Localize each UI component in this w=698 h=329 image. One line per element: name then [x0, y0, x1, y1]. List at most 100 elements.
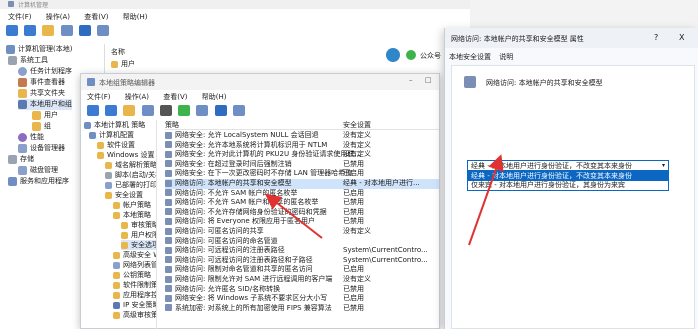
policy-row[interactable]: 网络访问: 限制对命名管道和共享的匿名访问 已启用 [165, 265, 439, 275]
tree-item[interactable]: 安全设置 [105, 190, 143, 200]
tree-item[interactable]: 审核策略 [121, 220, 156, 230]
gp-maximize-button[interactable]: □ [425, 76, 432, 84]
policy-name: 网络访问: 将 Everyone 权限应用于匿名用户 [175, 217, 315, 226]
policy-row[interactable]: 网络访问: 可远程访问的注册表路径 System\CurrentContro... [165, 246, 439, 256]
group-policy-window: 本地组策略编辑器 – □ 文件(F) 操作(A) 查看(V) 帮助(H) 本地计… [80, 73, 440, 329]
policy-setting: 已禁用 [343, 284, 364, 293]
policy-row[interactable]: 网络访问: 不允许存储网络身份验证的密码和凭据 已禁用 [165, 208, 439, 218]
tree-item[interactable]: 存储 [8, 154, 34, 165]
back-icon[interactable] [87, 105, 99, 116]
tree-item[interactable]: 网络列表管理器策略 [113, 260, 156, 270]
help-icon[interactable] [78, 25, 91, 36]
bg-toolbar [6, 25, 113, 38]
policy-row[interactable]: 网络安全: 允许 LocalSystem NULL 会话回退 没有定义 [165, 131, 439, 141]
policy-icon [165, 141, 172, 149]
menu-help[interactable]: 帮助(H) [202, 93, 227, 101]
tree-item[interactable]: 系统工具 [8, 55, 48, 66]
policy-row[interactable]: 网络访问: 可匿名访问的共享 没有定义 [165, 227, 439, 237]
policy-row[interactable]: 系统加密: 对系统上的所有加密使用 FIPS 兼容算法 已禁用 [165, 304, 439, 314]
menu-action[interactable]: 操作(A) [46, 13, 70, 21]
tree-item[interactable]: 应用程序控制策略 [113, 290, 156, 300]
help-icon[interactable] [214, 105, 227, 116]
device-icon [18, 143, 27, 153]
tree-item[interactable]: 域名解析策略 [105, 160, 156, 170]
menu-file[interactable]: 文件(F) [87, 93, 111, 101]
folder-icon [121, 221, 128, 229]
tree-item[interactable]: 计算机管理(本地) [6, 44, 72, 55]
up-folder-icon[interactable] [123, 105, 136, 116]
dialog-help-button[interactable]: ? [654, 33, 658, 42]
show-hide-tree-icon[interactable] [141, 105, 154, 116]
up-folder-icon[interactable] [42, 25, 55, 36]
tree-item[interactable]: 软件限制策略 [113, 280, 156, 290]
tree-item[interactable]: 事件查看器 [18, 77, 65, 88]
tree-item[interactable]: 性能 [18, 132, 44, 143]
tree-item[interactable]: 本地计算机 策略 [84, 120, 145, 130]
tree-item[interactable]: 软件设置 [97, 140, 135, 150]
export-icon[interactable] [196, 105, 209, 116]
dialog-close-button[interactable]: X [679, 33, 684, 42]
policy-icon [165, 227, 172, 235]
tree-item[interactable]: 帐户策略 [113, 200, 151, 210]
tree-item[interactable]: IP 安全策略 [113, 300, 156, 310]
list-item-users[interactable]: 用户 [111, 59, 135, 69]
tree-item[interactable]: 脚本(启动/关机) [105, 170, 156, 180]
tree-item[interactable]: 安全选项 [121, 240, 156, 250]
tree-item[interactable]: 磁盘管理 [18, 165, 58, 176]
menu-help[interactable]: 帮助(H) [123, 13, 148, 21]
policy-name: 网络访问: 可远程访问的注册表路径 [175, 246, 285, 255]
tree-item[interactable]: 用户权限分配 [121, 230, 156, 240]
forward-icon[interactable] [105, 105, 118, 116]
setting-dropdown[interactable]: 经典 - 对本地用户进行身份验证，不改变其本来身份 ▾ [467, 160, 669, 171]
menu-view[interactable]: 查看(V) [163, 93, 187, 101]
policy-row[interactable]: 网络访问: 本地帐户的共享和安全模型 经典 - 对本地用户进行... [165, 179, 439, 189]
tree-item[interactable]: 用户 [32, 110, 58, 121]
policy-row[interactable]: 网络访问: 不允许 SAM 帐户的匿名枚举 已启用 [165, 189, 439, 199]
tree-item[interactable]: 共享文件夹 [18, 88, 65, 99]
forward-icon[interactable] [24, 25, 37, 36]
dropdown-option[interactable]: 仅来宾 - 对本地用户进行身份验证，其身份为来宾 [468, 181, 668, 190]
back-icon[interactable] [6, 25, 18, 36]
column-policy[interactable]: 策略 [165, 120, 179, 130]
policy-row[interactable]: 网络安全: 在下一次更改密码时不存储 LAN 管理器哈希值 已启用 [165, 169, 439, 179]
policy-row[interactable]: 网络访问: 不允许 SAM 帐户和共享的匿名枚举 已禁用 [165, 198, 439, 208]
policy-row[interactable]: 网络安全: 允许对此计算机的 PKU2U 身份验证请求使用联... 没有定义 [165, 150, 439, 160]
policy-row[interactable]: 网络安全: 将 Windows 子系统不要求区分大小写 已启用 [165, 294, 439, 304]
policy-row[interactable]: 网络访问: 限制允许对 SAM 进行远程调用的客户端 没有定义 [165, 275, 439, 285]
policy-row[interactable]: 网络安全: 在超过登录时间后强制注销 已禁用 [165, 160, 439, 170]
policy-setting: 已禁用 [343, 159, 364, 168]
tree-item[interactable]: 设备管理器 [18, 143, 65, 154]
policy-row[interactable]: 网络访问: 可匿名访问的命名管道 [165, 237, 439, 247]
tree-item[interactable]: 本地策略 [113, 210, 151, 220]
list-header-name[interactable]: 名称 [111, 47, 125, 57]
tree-item[interactable]: 计算机配置 [89, 130, 134, 140]
delete-icon[interactable] [159, 105, 172, 116]
tree-item[interactable]: 高级审核策略配置 [113, 310, 156, 320]
tree-item[interactable]: 服务和应用程序 [8, 176, 69, 187]
tree-item[interactable]: 本地用户和组 [18, 99, 72, 110]
policy-row[interactable]: 网络访问: 允许匿名 SID/名称转换 已禁用 [165, 285, 439, 295]
tree-item[interactable]: 组 [32, 121, 51, 132]
properties-icon[interactable] [60, 25, 73, 36]
policy-row[interactable]: 网络访问: 可远程访问的注册表路径和子路径 System\CurrentContr… [165, 256, 439, 266]
tree-item[interactable]: 任务计划程序 [18, 66, 72, 77]
gp-minimize-button[interactable]: – [409, 76, 413, 84]
policy-row[interactable]: 网络访问: 将 Everyone 权限应用于匿名用户 已禁用 [165, 217, 439, 227]
menu-view[interactable]: 查看(V) [84, 13, 108, 21]
view-icon[interactable] [97, 25, 110, 36]
policy-row[interactable]: 网络安全: 允许本地系统将计算机标识用于 NTLM 没有定义 [165, 141, 439, 151]
tree-item[interactable]: 已部署的打印机 [105, 180, 156, 190]
tree-item[interactable]: 公钥策略 [113, 270, 151, 280]
refresh-icon[interactable] [178, 105, 191, 116]
tab-local-security-setting[interactable]: 本地安全设置 [449, 53, 491, 61]
tree-item[interactable]: 高级安全 Windows Defender 防火墙 [113, 250, 156, 260]
menu-action[interactable]: 操作(A) [125, 93, 149, 101]
properties-icon[interactable] [232, 105, 245, 116]
menu-file[interactable]: 文件(F) [8, 13, 32, 21]
column-setting[interactable]: 安全设置 [343, 120, 371, 130]
tab-explain[interactable]: 说明 [499, 53, 513, 61]
tree-item[interactable]: Windows 设置 [97, 150, 154, 160]
dropdown-option[interactable]: 经典 - 对本地用户进行身份验证，不改变其本来身份 [468, 172, 668, 181]
policy-setting: 没有定义 [343, 131, 371, 139]
policy-name: 网络访问: 本地帐户的共享和安全模型 [175, 179, 292, 187]
